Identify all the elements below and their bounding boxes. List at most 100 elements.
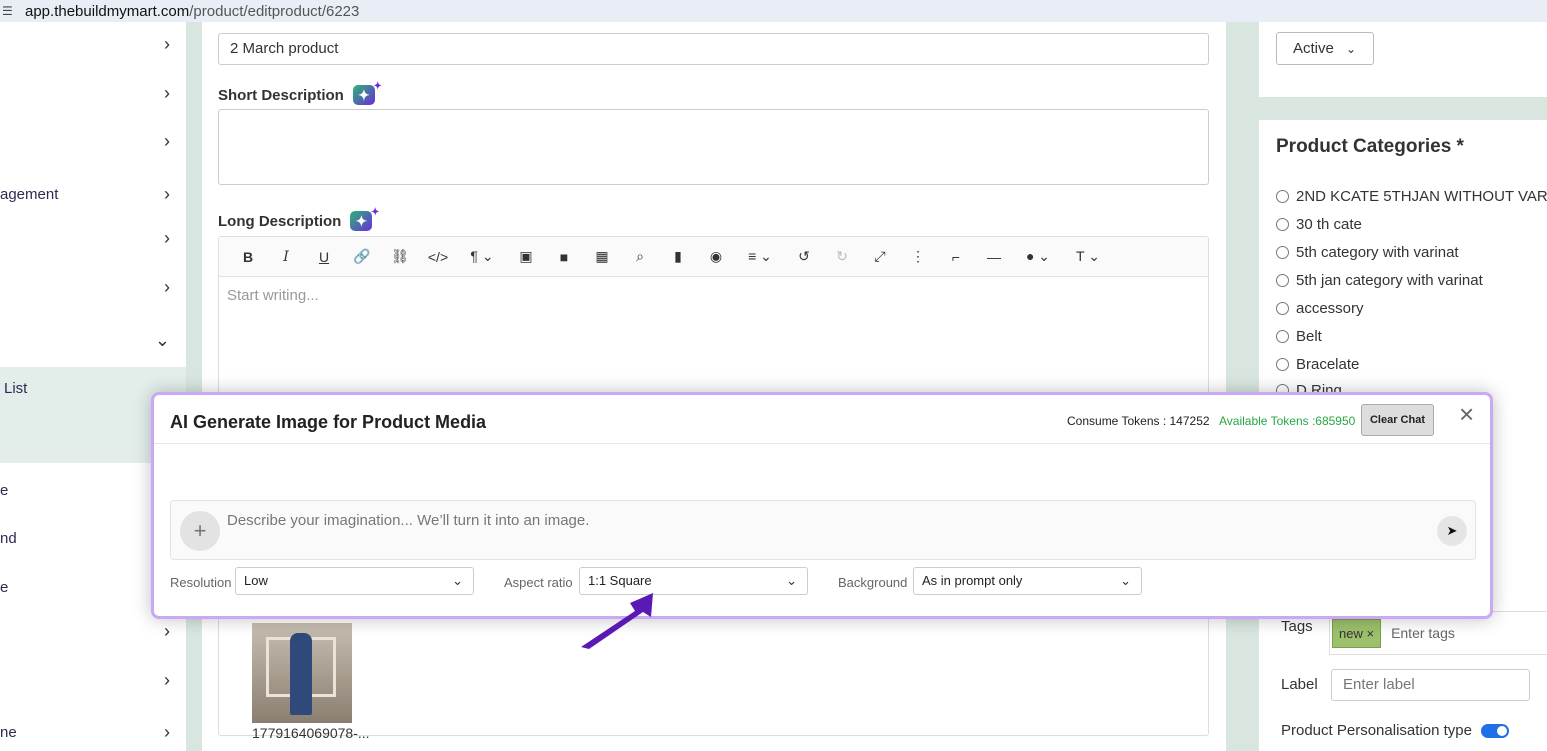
preview-icon[interactable]: ◉ <box>697 243 735 271</box>
send-icon: ➤ <box>1446 523 1458 538</box>
file-icon[interactable]: ▮ <box>659 243 697 271</box>
sidebar-item-label: e <box>0 578 9 596</box>
radio-icon[interactable] <box>1276 246 1289 259</box>
fullscreen-icon[interactable]: ⤢ <box>861 243 899 271</box>
media-filename: 1779164069078-... <box>252 725 370 741</box>
category-option[interactable]: Bracelate <box>1276 356 1359 373</box>
chevron-right-icon: › <box>164 183 170 204</box>
sidebar-item-label: e <box>0 481 9 499</box>
radio-icon[interactable] <box>1276 218 1289 231</box>
chevron-right-icon: › <box>164 276 170 297</box>
search-icon[interactable]: ⌕ <box>621 243 659 271</box>
category-option[interactable]: Belt <box>1276 328 1322 345</box>
label-input[interactable]: Enter label <box>1331 669 1530 701</box>
sidebar-item-3[interactable]: › <box>0 121 186 161</box>
personalisation-label: Product Personalisation type <box>1281 722 1472 739</box>
category-option[interactable]: 5th category with varinat <box>1276 244 1459 261</box>
resolution-select[interactable]: Low ⌄ <box>235 567 474 595</box>
background-label: Background <box>838 575 908 590</box>
radio-icon[interactable] <box>1276 190 1289 203</box>
sidebar-item-2[interactable]: › <box>0 73 186 113</box>
category-option[interactable]: 2ND KCATE 5THJAN WITHOUT VARIAN <box>1276 188 1547 205</box>
ai-sparkle-icon[interactable]: ✦ ✦ <box>350 207 379 231</box>
personalisation-toggle[interactable] <box>1480 723 1509 738</box>
chevron-right-icon: › <box>164 620 170 641</box>
category-label: Bracelate <box>1296 356 1360 373</box>
video-icon[interactable]: ■ <box>545 243 583 271</box>
sidebar-item-13[interactable]: › <box>0 660 186 700</box>
product-media-thumbnail[interactable] <box>252 623 352 723</box>
align-icon[interactable]: ≡ ⌄ <box>735 243 785 271</box>
plus-icon: + <box>193 518 207 543</box>
editor-placeholder[interactable]: Start writing... <box>219 277 1208 314</box>
resolution-label: Resolution <box>170 575 232 590</box>
background-select[interactable]: As in prompt only ⌄ <box>913 567 1142 595</box>
status-card: Active ⌄ <box>1259 22 1547 97</box>
chevron-right-icon: › <box>164 130 170 151</box>
category-option[interactable]: 5th jan category with varinat <box>1276 272 1483 289</box>
sidebar-item-management[interactable]: agement › <box>0 174 186 214</box>
sidebar-item-label: agement <box>0 185 59 203</box>
categories-title: Product Categories * <box>1276 136 1464 157</box>
radio-icon[interactable] <box>1276 302 1289 315</box>
italic-icon[interactable]: I <box>267 243 305 271</box>
consume-tokens: Consume Tokens : 147252 <box>1067 414 1210 428</box>
category-label: 5th jan category with varinat <box>1296 272 1483 289</box>
undo-icon[interactable]: ↺ <box>785 243 823 271</box>
prompt-box: + Describe your imagination... We’ll tur… <box>170 500 1476 560</box>
status-select[interactable]: Active ⌄ <box>1276 32 1374 65</box>
chevron-right-icon: › <box>164 669 170 690</box>
personalisation-row: Product Personalisation type <box>1281 722 1509 739</box>
category-option[interactable]: 30 th cate <box>1276 216 1362 233</box>
category-label: 30 th cate <box>1296 216 1362 233</box>
radio-icon[interactable] <box>1276 330 1289 343</box>
more-icon[interactable]: ⋮ <box>899 243 937 271</box>
clear-chat-button[interactable]: Clear Chat <box>1361 404 1434 436</box>
radio-icon[interactable] <box>1276 358 1289 371</box>
thumbnail-figure <box>290 633 312 715</box>
sidebar-item-label: List <box>4 379 28 397</box>
radio-icon[interactable] <box>1276 274 1289 287</box>
sidebar-item-5[interactable]: › <box>0 218 186 258</box>
add-attachment-button[interactable]: + <box>180 511 220 551</box>
tag-chip[interactable]: new × <box>1332 618 1382 648</box>
unlink-icon[interactable]: ⛓ <box>381 243 419 271</box>
editor-toolbar: B I U 🔗 ⛓ </> ¶ ⌄ ▣ ■ ▦ ⌕ ▮ ◉ ≡ ⌄ ↺ ↻ ⤢ … <box>219 237 1208 277</box>
text-size-icon[interactable]: T ⌄ <box>1063 243 1113 271</box>
chevron-right-icon: › <box>164 82 170 103</box>
paragraph-icon[interactable]: ¶ ⌄ <box>457 243 507 271</box>
chevron-down-icon: ⌄ <box>786 573 797 588</box>
sidebar-item-14[interactable]: ne › <box>0 712 186 751</box>
chevron-right-icon: › <box>164 721 170 742</box>
color-icon[interactable]: ● ⌄ <box>1013 243 1063 271</box>
sidebar: › › › agement › › › ⌄ List e nd e › › ne › <box>0 22 186 751</box>
resolution-value: Low <box>244 573 268 588</box>
send-button[interactable]: ➤ <box>1437 516 1467 546</box>
product-name-input[interactable]: 2 March product <box>218 33 1209 65</box>
address-bar[interactable]: ☰ app.thebuildmymart.com/product/editpro… <box>0 0 1547 22</box>
link-icon[interactable]: 🔗 <box>343 243 381 271</box>
code-icon[interactable]: </> <box>419 243 457 271</box>
underline-icon[interactable]: U <box>305 243 343 271</box>
available-tokens: Available Tokens :685950 <box>1219 414 1356 428</box>
category-label: Belt <box>1296 328 1322 345</box>
table-icon[interactable]: ▦ <box>583 243 621 271</box>
sidebar-item-6[interactable]: › <box>0 267 186 307</box>
format-painter-icon[interactable]: ⌐ <box>937 243 975 271</box>
hr-icon[interactable]: — <box>975 243 1013 271</box>
tags-placeholder: Enter tags <box>1391 625 1455 641</box>
sidebar-item-products[interactable]: ⌄ <box>0 320 186 360</box>
chevron-right-icon: › <box>164 33 170 54</box>
sidebar-item-1[interactable]: › <box>0 24 186 64</box>
redo-icon[interactable]: ↻ <box>823 243 861 271</box>
short-description-textarea[interactable] <box>218 109 1209 185</box>
site-settings-icon[interactable]: ☰ <box>2 4 16 18</box>
image-icon[interactable]: ▣ <box>507 243 545 271</box>
long-description-text: Long Description <box>218 212 342 230</box>
prompt-input[interactable]: Describe your imagination... We’ll turn … <box>227 512 589 529</box>
ai-sparkle-icon[interactable]: ✦ ✦ <box>352 81 382 105</box>
bold-icon[interactable]: B <box>229 243 267 271</box>
close-icon[interactable]: × <box>1459 399 1474 430</box>
category-option[interactable]: accessory <box>1276 300 1364 317</box>
chevron-down-icon: ⌄ <box>1346 42 1357 56</box>
